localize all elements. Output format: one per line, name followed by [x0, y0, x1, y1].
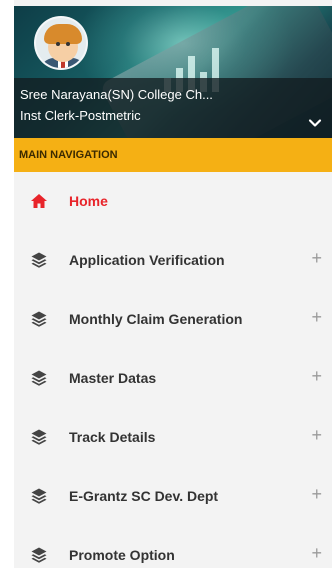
expand-icon[interactable]: +	[311, 248, 322, 269]
expand-icon[interactable]: +	[311, 366, 322, 387]
menu-item-label: Application Verification	[69, 252, 225, 268]
menu-item-promote-option[interactable]: Promote Option +	[14, 526, 332, 568]
chevron-down-icon[interactable]	[308, 116, 322, 130]
menu-item-label: E-Grantz SC Dev. Dept	[69, 488, 219, 504]
user-info[interactable]: Sree Narayana(SN) College Ch... Inst Cle…	[14, 78, 332, 138]
menu-item-track-details[interactable]: Track Details +	[14, 408, 332, 467]
menu-item-label: Monthly Claim Generation	[69, 311, 243, 327]
sidebar: Sree Narayana(SN) College Ch... Inst Cle…	[14, 0, 332, 568]
main-menu: Home Application Verification + Monthly …	[14, 172, 332, 568]
layers-icon	[31, 311, 47, 327]
menu-item-master-datas[interactable]: Master Datas +	[14, 349, 332, 408]
user-name: Sree Narayana(SN) College Ch...	[20, 87, 213, 102]
layers-icon	[31, 429, 47, 445]
menu-item-home[interactable]: Home	[14, 172, 332, 231]
menu-item-label: Home	[69, 193, 108, 209]
layers-icon	[31, 370, 47, 386]
user-role: Inst Clerk-Postmetric	[20, 108, 141, 123]
menu-item-label: Track Details	[69, 429, 156, 445]
layers-icon	[31, 488, 47, 504]
page-margin	[0, 0, 14, 568]
expand-icon[interactable]: +	[311, 425, 322, 446]
expand-icon[interactable]: +	[311, 307, 322, 328]
nav-header: MAIN NAVIGATION	[14, 138, 332, 172]
avatar	[34, 16, 88, 70]
layers-icon	[31, 252, 47, 268]
user-panel: Sree Narayana(SN) College Ch... Inst Cle…	[14, 6, 332, 138]
layers-icon	[31, 547, 47, 563]
menu-item-egrantz-sc-dev-dept[interactable]: E-Grantz SC Dev. Dept +	[14, 467, 332, 526]
menu-item-label: Master Datas	[69, 370, 157, 386]
home-icon	[31, 194, 47, 208]
menu-item-monthly-claim-generation[interactable]: Monthly Claim Generation +	[14, 290, 332, 349]
menu-item-label: Promote Option	[69, 547, 175, 563]
expand-icon[interactable]: +	[311, 543, 322, 564]
menu-item-application-verification[interactable]: Application Verification +	[14, 231, 332, 290]
expand-icon[interactable]: +	[311, 484, 322, 505]
